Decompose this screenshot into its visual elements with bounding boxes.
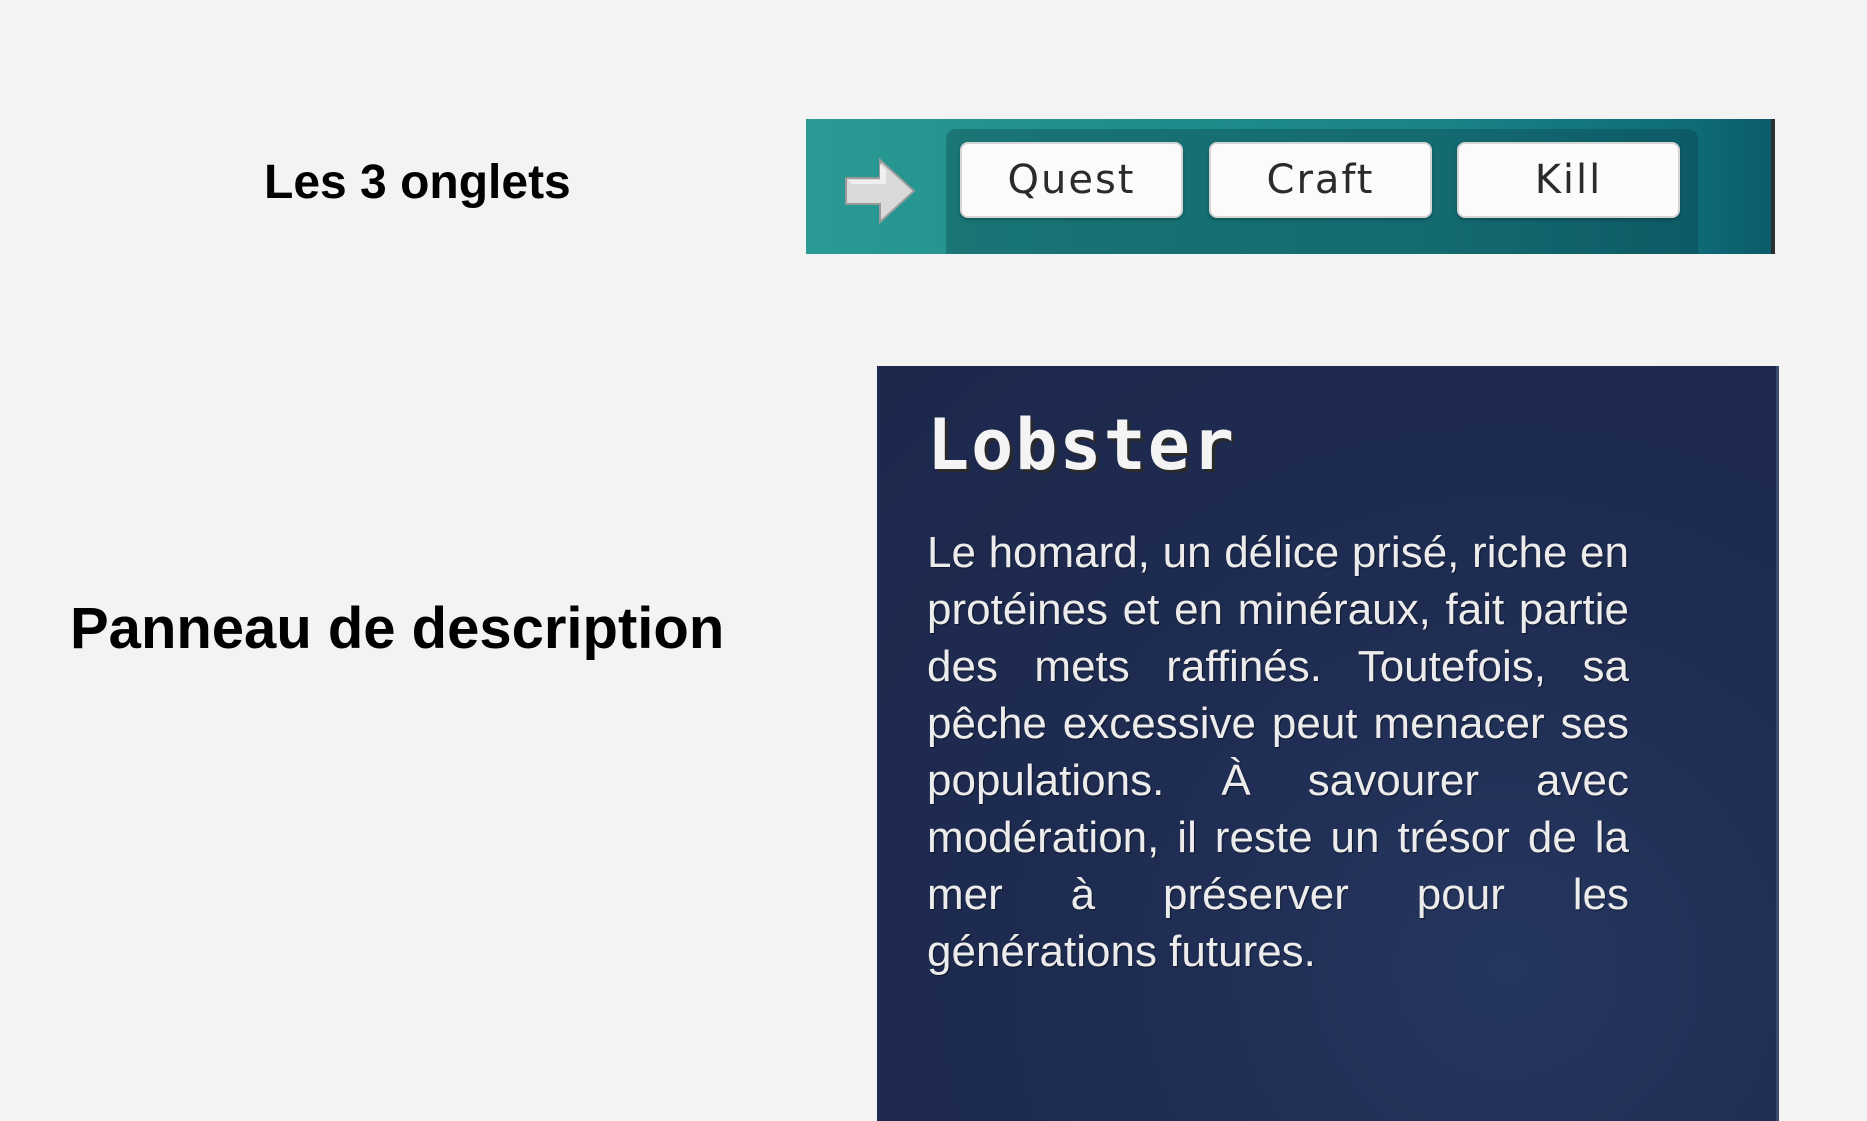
tab-quest[interactable]: Quest <box>960 142 1183 218</box>
tab-craft[interactable]: Craft <box>1209 142 1432 218</box>
item-description: Le homard, un délice prisé, riche en pro… <box>927 528 1629 976</box>
caption-description-panel: Panneau de description <box>70 596 725 661</box>
caption-tabs: Les 3 onglets <box>264 156 571 209</box>
item-title: Lobster <box>927 404 1237 486</box>
tab-kill[interactable]: Kill <box>1457 142 1680 218</box>
arrow-right-icon[interactable] <box>842 156 918 226</box>
description-panel: Lobster Le homard, un délice prisé, rich… <box>877 366 1779 1121</box>
